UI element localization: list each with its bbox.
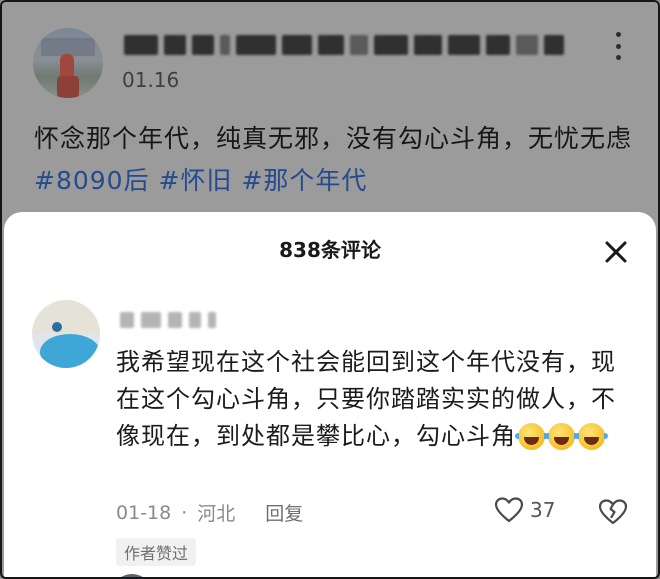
more-vertical-icon[interactable]: [607, 32, 629, 60]
hashtag-that-era[interactable]: #那个年代: [241, 166, 367, 195]
close-icon[interactable]: [602, 238, 630, 266]
broken-heart-icon[interactable]: [598, 498, 628, 530]
comment-meta: 01-18 · 河北 回复: [116, 499, 303, 526]
avatar-figure-lower: [57, 76, 79, 98]
avatar-hat: [40, 334, 100, 368]
commenter-avatar[interactable]: [32, 300, 100, 368]
comments-count-title: 838条评论: [279, 238, 381, 262]
hashtag-nostalgia[interactable]: #怀旧: [159, 166, 233, 195]
heart-icon: [494, 497, 524, 523]
commenter-name-blurred[interactable]: [120, 308, 216, 332]
like-button[interactable]: 37: [494, 496, 555, 524]
post: 01.16 怀念那个年代，纯真无邪，没有勾心斗角，无忧无虑 #8090后 #怀旧 …: [2, 2, 658, 232]
comment-location: 河北: [197, 503, 236, 525]
hashtag-8090[interactable]: #8090后: [34, 166, 150, 195]
meta-separator: ·: [181, 501, 188, 524]
avatar-eye: [52, 322, 62, 332]
rolling-laughing-emoji-icon: [515, 423, 548, 450]
rolling-laughing-emoji-icon: [545, 423, 578, 450]
next-comment-avatar[interactable]: [112, 574, 152, 577]
author-liked-badge: 作者赞过: [116, 538, 197, 566]
post-text: 怀念那个年代，纯真无邪，没有勾心斗角，无忧无虑 #8090后 #怀旧 #那个年代: [34, 118, 634, 202]
post-author-avatar[interactable]: [33, 28, 103, 98]
comment-date: 01-18: [116, 501, 172, 524]
post-body-text: 怀念那个年代，纯真无邪，没有勾心斗角，无忧无虑: [34, 124, 633, 153]
reply-button[interactable]: 回复: [265, 499, 303, 526]
emoji-group: [515, 423, 608, 450]
post-author-name-blurred[interactable]: [124, 32, 564, 58]
screenshot-frame: 01.16 怀念那个年代，纯真无邪，没有勾心斗角，无忧无虑 #8090后 #怀旧 …: [0, 0, 660, 579]
like-count: 37: [530, 498, 556, 522]
comments-sheet: 838条评论 我希望现在这个社会能回到这个年代没有，现在这个勾心斗角，只要你踏踏…: [4, 212, 656, 577]
rolling-laughing-emoji-icon: [575, 423, 608, 450]
post-date: 01.16: [122, 68, 180, 92]
avatar-shade: [32, 300, 100, 334]
comment-text: 我希望现在这个社会能回到这个年代没有，现在这个勾心斗角，只要你踏踏实实的做人，不…: [116, 344, 636, 455]
